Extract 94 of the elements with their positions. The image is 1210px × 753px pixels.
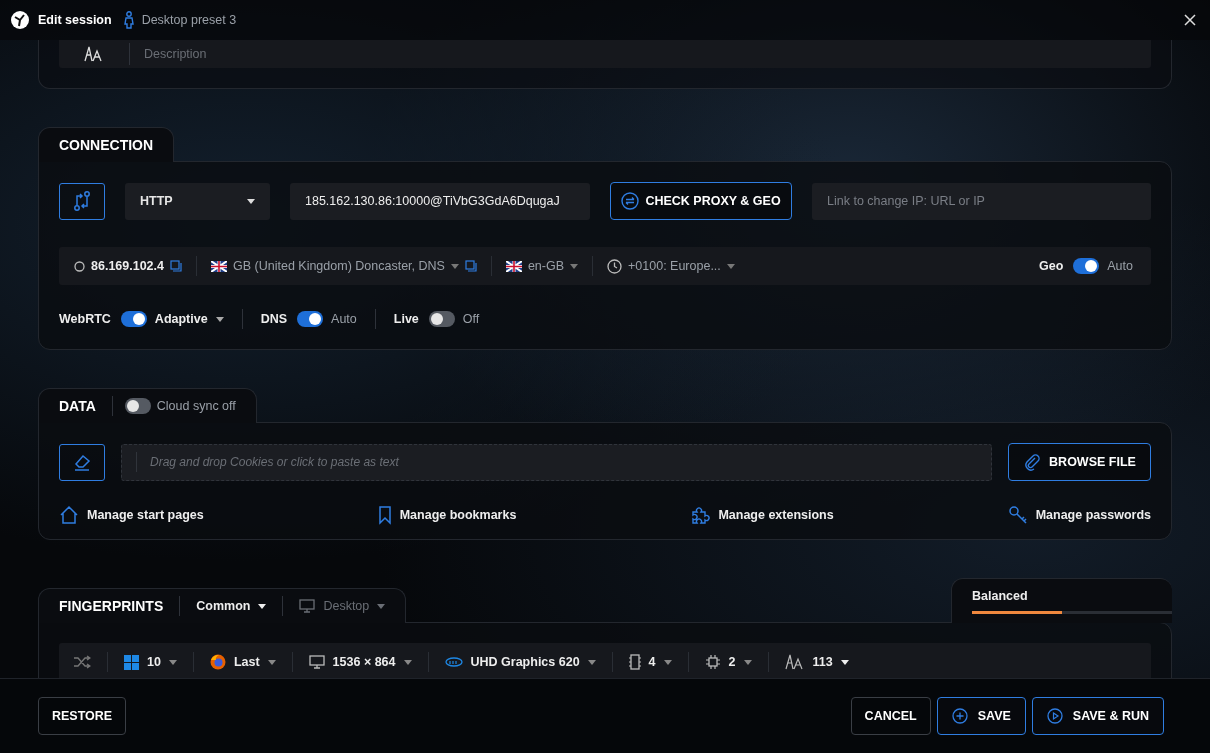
monitor-icon (299, 599, 316, 613)
manage-link[interactable]: Manage extensions (690, 505, 834, 525)
manage-link[interactable]: Manage passwords (1007, 505, 1151, 525)
restore-button[interactable]: RESTORE (38, 697, 127, 735)
font-size-icon (84, 46, 104, 62)
branch-arrows-icon (71, 190, 93, 212)
proxy-field[interactable]: 185.162.130.86:10000@TiVbG3GdA6DqugaJ (290, 182, 590, 220)
caret-icon (743, 659, 752, 665)
fingerprint-dropdown[interactable]: Common (196, 599, 267, 613)
manage-link[interactable]: Manage start pages (59, 505, 204, 525)
mode-dropdown[interactable]: Adaptive (154, 312, 224, 326)
fingerprint-dropdown[interactable]: 2 (704, 654, 752, 670)
caret-icon (450, 263, 459, 269)
monitor-icon (308, 655, 325, 669)
caret-icon (570, 263, 579, 269)
memory-icon (628, 654, 641, 670)
flag-icon (505, 260, 522, 272)
eraser-button[interactable] (59, 443, 105, 481)
proxy-type-dropdown[interactable]: HTTP (125, 182, 270, 220)
proxy-rotate-button[interactable] (59, 182, 105, 220)
flag-icon (211, 260, 227, 272)
copy-icon[interactable] (170, 260, 182, 272)
timezone-dropdown[interactable]: +0100: Europe... (628, 259, 721, 273)
caret-icon (258, 603, 267, 609)
toggle-label: WebRTC (59, 312, 111, 326)
font-size-icon (784, 654, 805, 670)
fingerprint-dropdown[interactable]: 1536 × 864 (308, 655, 412, 669)
caret-icon (663, 659, 672, 665)
change-ip-field[interactable]: Link to change IP: URL or IP (812, 182, 1151, 220)
browser-icon (209, 654, 226, 670)
key-icon (1007, 505, 1028, 525)
windows-icon (124, 654, 139, 670)
eraser-icon (72, 452, 92, 472)
section-title: FINGERPRINTS (59, 598, 164, 614)
toggle-value: Auto (331, 312, 357, 326)
caret-icon (215, 316, 224, 322)
caret-icon (726, 263, 735, 269)
description-input[interactable]: Description (130, 47, 1151, 61)
caret-icon (168, 659, 177, 665)
copy-icon[interactable] (464, 260, 477, 272)
clock-icon (607, 258, 623, 274)
section-title: DATA (59, 398, 96, 414)
shuffle-icon (73, 655, 91, 669)
mode-label: Balanced (972, 589, 1029, 603)
language-dropdown[interactable]: en-GB (527, 259, 565, 273)
puzzle-icon (690, 505, 711, 525)
geo-toggle[interactable] (1073, 258, 1100, 274)
geo-label: Geo (1038, 259, 1064, 273)
section-title: CONNECTION (59, 137, 154, 153)
cpu-icon (704, 654, 721, 670)
preset-name: Desktop preset 3 (141, 13, 237, 27)
paperclip-icon (1023, 453, 1042, 471)
home-icon (59, 505, 79, 525)
toggle-switch[interactable] (428, 311, 455, 327)
close-icon (1184, 14, 1196, 26)
fingerprint-dropdown[interactable]: 10 (124, 654, 177, 670)
caret-icon (267, 659, 276, 665)
cloud-sync-label: Cloud sync off (156, 399, 236, 413)
fingerprint-dropdown[interactable]: UHD Graphics 620 (444, 655, 596, 669)
geo-value: Auto (1107, 259, 1133, 273)
chip-logo-icon (444, 657, 463, 667)
check-proxy-button[interactable]: CHECK PROXY & GEO (610, 182, 792, 220)
save-and-run-button[interactable]: SAVE & RUN (1031, 697, 1164, 735)
caret-icon (403, 659, 412, 665)
play-icon (1046, 708, 1063, 724)
cookie-drop-field[interactable]: Drag and drop Cookies or click to paste as text (121, 443, 992, 481)
cancel-button[interactable]: CANCEL (850, 697, 931, 735)
fingerprint-dropdown[interactable]: 4 (628, 654, 672, 670)
window-title: Edit session (38, 13, 112, 27)
shuffle-button[interactable] (73, 655, 91, 669)
toggle-label: Live (393, 312, 419, 326)
caret-icon (840, 659, 849, 665)
toggle-switch[interactable] (120, 311, 147, 327)
plus-icon (951, 708, 968, 724)
logo-icon (10, 10, 30, 30)
person-icon (123, 11, 134, 29)
browse-file-button[interactable]: BROWSE FILE (1008, 443, 1151, 481)
caret-icon (587, 659, 596, 665)
swap-icon (621, 192, 640, 210)
description-field[interactable]: Description (59, 40, 1151, 68)
ip-address: 86.169.102.4 (91, 259, 164, 273)
fingerprint-dropdown[interactable]: 113 (784, 654, 849, 670)
cloud-sync-toggle[interactable] (124, 398, 151, 414)
toggle-switch[interactable] (297, 311, 324, 327)
toggle-label: DNS (260, 312, 288, 326)
location-dropdown[interactable]: GB (United Kingdom) Doncaster, DNS (233, 259, 445, 273)
manage-link[interactable]: Manage bookmarks (377, 505, 517, 525)
status-icon (74, 260, 85, 272)
fingerprint-dropdown[interactable]: Last (209, 654, 276, 670)
caret-icon (247, 198, 255, 204)
caret-icon (377, 603, 386, 609)
bookmark-icon (377, 505, 392, 525)
save-button[interactable]: SAVE (936, 697, 1026, 735)
toggle-value: Off (462, 312, 480, 326)
